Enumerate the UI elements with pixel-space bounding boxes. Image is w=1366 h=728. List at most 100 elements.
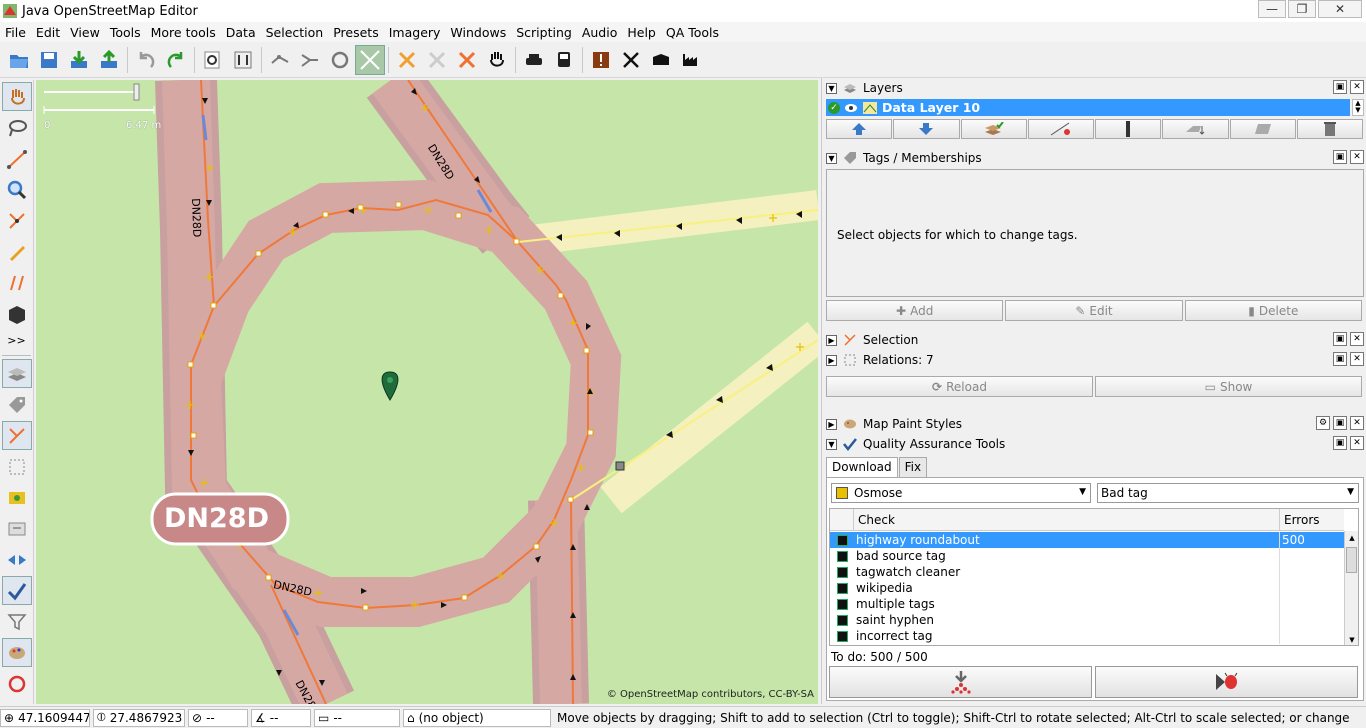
building-tool-button[interactable] <box>646 45 676 75</box>
parallel-way-button[interactable] <box>2 237 32 266</box>
menu-edit[interactable]: Edit <box>31 25 65 40</box>
extrude-mode-button[interactable] <box>2 268 32 297</box>
toggle-map-paint-button[interactable] <box>2 638 32 667</box>
table-row[interactable]: incorrect tag <box>830 628 1344 644</box>
tags-dialog-header[interactable]: ▼ Tags / Memberships ▣ ✕ <box>826 149 1364 167</box>
draw-mode-button[interactable] <box>2 144 32 173</box>
fix-errors-button[interactable] <box>1095 666 1358 698</box>
close-icon[interactable]: ✕ <box>1350 416 1364 430</box>
osmose-disabled-button[interactable] <box>422 45 452 75</box>
menu-presets[interactable]: Presets <box>328 25 384 40</box>
detach-icon[interactable]: ▣ <box>1333 436 1347 450</box>
add-tag-button[interactable]: ✚ Add <box>826 300 1004 321</box>
factory-tool-button[interactable] <box>676 45 706 75</box>
tools-cross-button[interactable] <box>616 45 646 75</box>
menu-windows[interactable]: Windows <box>445 25 511 40</box>
menu-more-tools[interactable]: More tools <box>146 25 221 40</box>
toggle-conflicts-button[interactable] <box>2 545 32 574</box>
preferences-icon[interactable]: ⚙ <box>1316 416 1330 430</box>
merge-layer-button[interactable] <box>1162 119 1229 139</box>
toggle-filter-button[interactable] <box>2 607 32 636</box>
layers-scroll-icon[interactable]: ▲ ▼ <box>1352 99 1364 116</box>
delete-layer-button[interactable] <box>1296 119 1363 139</box>
open-file-button[interactable] <box>4 45 34 75</box>
eye-icon[interactable] <box>844 102 858 114</box>
menu-scripting[interactable]: Scripting <box>511 25 577 40</box>
split-way-button[interactable] <box>265 45 295 75</box>
validation-button[interactable] <box>586 45 616 75</box>
selection-dialog-header[interactable]: ▶ Selection ▣ ✕ <box>826 331 1364 349</box>
save-button[interactable] <box>34 45 64 75</box>
collapse-toggle-icon[interactable]: ▼ <box>826 82 837 94</box>
more-tools-toggle[interactable]: >> <box>0 330 33 352</box>
toggle-authors-button[interactable] <box>2 483 32 512</box>
pan-hand-button[interactable] <box>482 45 512 75</box>
bus-route-button[interactable] <box>549 45 579 75</box>
undo-button[interactable] <box>131 45 161 75</box>
zoom-mode-button[interactable] <box>2 175 32 204</box>
reload-relations-button[interactable]: ⟳ Reload <box>826 376 1093 397</box>
detach-icon[interactable]: ▣ <box>1333 150 1347 164</box>
close-icon[interactable]: ✕ <box>1350 80 1364 94</box>
menu-audio[interactable]: Audio <box>577 25 623 40</box>
download-button[interactable] <box>64 45 94 75</box>
column-errors-header[interactable]: Errors <box>1280 509 1344 531</box>
toggle-tags-button[interactable] <box>2 390 32 419</box>
select-mode-button[interactable] <box>2 82 32 111</box>
menu-selection[interactable]: Selection <box>261 25 329 40</box>
wireframe-toggle-button[interactable] <box>355 44 385 75</box>
menu-file[interactable]: File <box>0 25 31 40</box>
table-row[interactable]: bad source tag <box>830 548 1344 564</box>
map-canvas[interactable] <box>36 80 818 704</box>
menu-view[interactable]: View <box>65 25 105 40</box>
scroll-down-icon[interactable]: ▼ <box>1345 633 1358 645</box>
collapse-toggle-icon[interactable]: ▼ <box>826 438 837 450</box>
qa-filter-select[interactable]: Bad tag ▼ <box>1097 483 1359 503</box>
duplicate-layer-button[interactable] <box>1229 119 1296 139</box>
column-check-header[interactable]: Check <box>854 509 1280 531</box>
toggle-restrictions-button[interactable] <box>2 669 32 698</box>
toggle-history-button[interactable] <box>2 514 32 543</box>
expand-toggle-icon[interactable]: ▶ <box>826 418 837 430</box>
improve-way-button[interactable] <box>2 206 32 235</box>
detach-icon[interactable]: ▣ <box>1333 332 1347 346</box>
menu-tools[interactable]: Tools <box>105 25 146 40</box>
menu-imagery[interactable]: Imagery <box>384 25 446 40</box>
table-row[interactable]: tagwatch cleaner <box>830 564 1344 580</box>
map-view[interactable]: 0 6.47 m DN28D DN28D DN28D DN28D DN28D ©… <box>36 80 818 704</box>
detach-icon[interactable]: ▣ <box>1333 352 1347 366</box>
qa-dialog-header[interactable]: ▼ Quality Assurance Tools ▣ ✕ <box>826 435 1364 453</box>
map-paint-dialog-header[interactable]: ▶ Map Paint Styles ⚙ ▣ ✕ <box>826 415 1364 433</box>
table-row[interactable]: highway roundabout 500 <box>830 532 1344 548</box>
close-icon[interactable]: ✕ <box>1350 352 1364 366</box>
upload-button[interactable] <box>94 45 124 75</box>
show-relation-button[interactable]: ▭ Show <box>1095 376 1362 397</box>
toggle-visibility-button[interactable] <box>1027 119 1094 139</box>
expand-toggle-icon[interactable]: ▶ <box>826 334 837 346</box>
expand-toggle-icon[interactable]: ▶ <box>826 354 837 366</box>
tab-fix[interactable]: Fix <box>898 457 928 477</box>
maximize-button[interactable]: ❐ <box>1288 0 1316 18</box>
minimize-button[interactable]: — <box>1258 0 1286 18</box>
relations-dialog-header[interactable]: ▶ Relations: 7 ▣ ✕ <box>826 351 1364 369</box>
close-button[interactable]: ✕ <box>1318 0 1362 18</box>
table-scrollbar[interactable]: ▲ ▼ <box>1344 531 1358 645</box>
redo-button[interactable] <box>161 45 191 75</box>
delete-tag-button[interactable]: ▮ Delete <box>1184 300 1362 321</box>
preferences-button[interactable] <box>228 45 258 75</box>
menu-help[interactable]: Help <box>622 25 661 40</box>
toggle-relations-button[interactable] <box>2 452 32 481</box>
layer-row[interactable]: ✓ Data Layer 10 <box>826 99 1350 116</box>
layers-dialog-header[interactable]: ▼ Layers ▣ ✕ <box>826 79 1364 97</box>
activate-layer-button[interactable] <box>960 119 1027 139</box>
toggle-layers-button[interactable] <box>2 359 32 388</box>
edit-tag-button[interactable]: ✎ Edit <box>1005 300 1183 321</box>
osmose-select-button[interactable] <box>392 45 422 75</box>
tags-table[interactable]: Select objects for which to change tags. <box>826 169 1364 297</box>
reverse-way-button[interactable] <box>325 45 355 75</box>
opacity-button[interactable] <box>1095 119 1162 139</box>
menu-data[interactable]: Data <box>221 25 261 40</box>
tab-download[interactable]: Download <box>826 457 898 478</box>
building-mode-button[interactable] <box>2 299 32 328</box>
scroll-up-icon[interactable]: ▲ <box>1345 531 1358 545</box>
